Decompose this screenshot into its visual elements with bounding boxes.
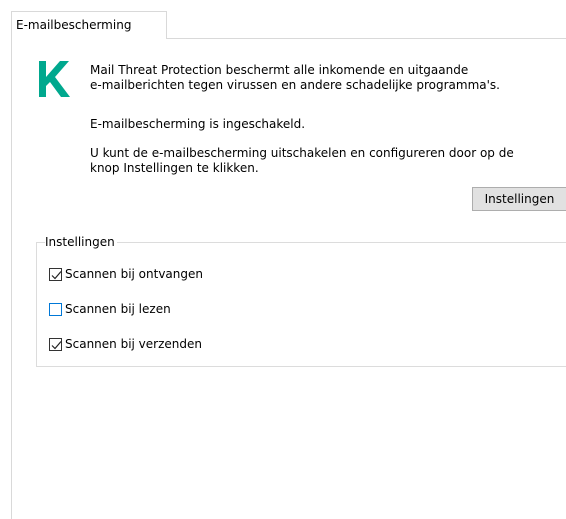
tab-email-protection[interactable]: E-mailbescherming (11, 11, 167, 39)
scan-on-receive-checkbox[interactable] (49, 267, 62, 281)
scan-on-read-option[interactable]: Scannen bij lezen (49, 300, 171, 318)
tab-label: E-mailbescherming (16, 18, 132, 32)
scan-on-send-checkbox[interactable] (49, 337, 62, 351)
protection-description: Mail Threat Protection beschermt alle in… (90, 63, 500, 93)
settings-groupbox: Instellingen Scannen bij ontvangen Scann… (36, 235, 566, 367)
hint-line-1: U kunt de e-mailbescherming uitschakelen… (90, 146, 514, 160)
scan-on-send-label: Scannen bij verzenden (65, 336, 202, 351)
scan-on-send-option[interactable]: Scannen bij verzenden (49, 335, 202, 353)
scan-on-receive-option[interactable]: Scannen bij ontvangen (49, 265, 203, 283)
settings-button[interactable]: Instellingen (472, 187, 566, 211)
checkmark-icon (51, 340, 62, 349)
description-line-2: e-mailberichten tegen virussen en andere… (90, 78, 500, 92)
hint-line-2: knop Instellingen te klikken. (90, 161, 259, 175)
tab-content-panel: Mail Threat Protection beschermt alle in… (11, 38, 566, 519)
scan-on-read-label: Scannen bij lezen (65, 301, 171, 316)
scan-on-receive-label: Scannen bij ontvangen (65, 266, 203, 281)
configure-hint: U kunt de e-mailbescherming uitschakelen… (90, 146, 514, 176)
protection-status: E-mailbescherming is ingeschakeld. (90, 117, 306, 131)
checkmark-icon (51, 270, 62, 279)
kaspersky-k-logo-icon (36, 60, 72, 98)
scan-on-read-checkbox[interactable] (49, 302, 62, 316)
settings-group-title: Instellingen (45, 235, 117, 250)
mail-protection-window: E-mailbescherming Mail Threat Protection… (0, 0, 566, 519)
description-line-1: Mail Threat Protection beschermt alle in… (90, 63, 469, 77)
